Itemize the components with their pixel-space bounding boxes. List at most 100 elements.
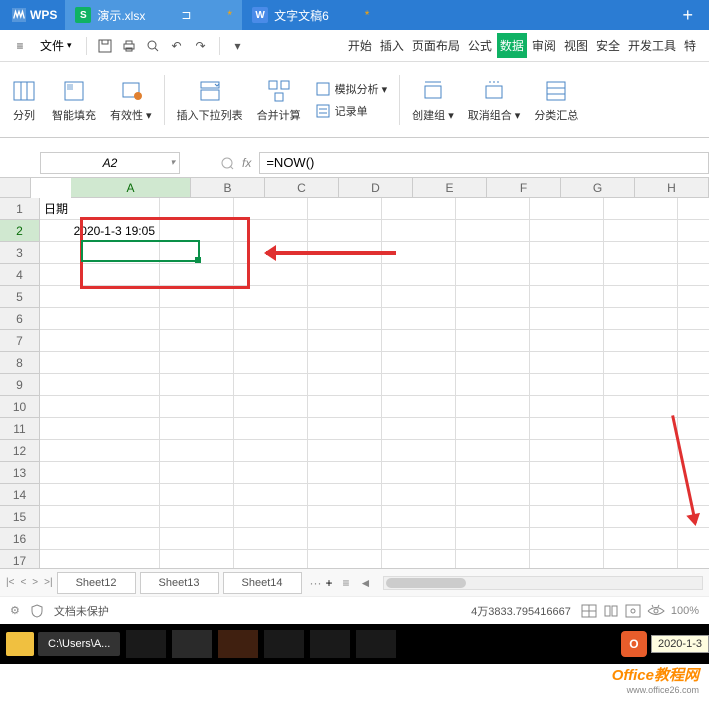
sheet-tab[interactable]: Sheet14	[223, 572, 302, 594]
split-button[interactable]: 分列	[6, 77, 42, 123]
consolidate-button[interactable]: 合并计算	[253, 77, 305, 123]
row-header[interactable]: 9	[0, 374, 40, 396]
cell[interactable]	[530, 242, 604, 263]
cell[interactable]	[382, 396, 456, 417]
save-icon[interactable]	[95, 36, 115, 56]
cell[interactable]	[40, 264, 160, 285]
cell[interactable]	[530, 220, 604, 241]
row-header[interactable]: 4	[0, 264, 40, 286]
cell[interactable]	[604, 286, 678, 307]
cell[interactable]	[160, 352, 234, 373]
cell[interactable]	[456, 242, 530, 263]
cell[interactable]	[382, 330, 456, 351]
cell[interactable]	[382, 352, 456, 373]
tab-spreadsheet[interactable]: S 演示.xlsx ⊐ *	[65, 0, 242, 30]
taskbar-item[interactable]	[310, 630, 350, 658]
col-header-D[interactable]: D	[339, 178, 413, 197]
cell[interactable]	[308, 308, 382, 329]
cell[interactable]	[40, 418, 160, 439]
cell[interactable]	[604, 330, 678, 351]
smartfill-button[interactable]: 智能填充	[48, 77, 100, 123]
office-badge-icon[interactable]: O	[621, 631, 647, 657]
cell[interactable]	[530, 352, 604, 373]
cell[interactable]	[160, 550, 234, 568]
cell[interactable]	[530, 418, 604, 439]
cell[interactable]	[456, 528, 530, 549]
cell[interactable]	[456, 352, 530, 373]
cell[interactable]	[456, 286, 530, 307]
cell[interactable]	[308, 286, 382, 307]
group-cancel-button[interactable]: 取消组合 ▾	[464, 77, 525, 123]
row-header[interactable]: 5	[0, 286, 40, 308]
cell[interactable]	[530, 330, 604, 351]
cell[interactable]	[40, 330, 160, 351]
cell[interactable]	[160, 484, 234, 505]
cell[interactable]	[234, 374, 308, 395]
nav-prev[interactable]: <	[20, 577, 26, 588]
taskbar-item[interactable]	[264, 630, 304, 658]
taskbar-item[interactable]	[126, 630, 166, 658]
cell[interactable]	[160, 198, 234, 219]
cell[interactable]	[308, 198, 382, 219]
cell[interactable]	[604, 352, 678, 373]
view-page-icon[interactable]	[603, 604, 619, 618]
cell[interactable]	[456, 308, 530, 329]
fx-icon[interactable]: fx	[242, 156, 251, 170]
cell[interactable]	[234, 396, 308, 417]
cell[interactable]	[40, 286, 160, 307]
col-header-B[interactable]: B	[191, 178, 265, 197]
cell[interactable]	[308, 484, 382, 505]
add-tab-button[interactable]: +	[670, 5, 705, 26]
cell[interactable]	[382, 286, 456, 307]
cell[interactable]	[530, 308, 604, 329]
cell[interactable]	[160, 220, 234, 241]
row-header[interactable]: 15	[0, 506, 40, 528]
record-button[interactable]: 记录单	[315, 103, 388, 119]
cell[interactable]	[308, 440, 382, 461]
cell[interactable]	[234, 352, 308, 373]
cell[interactable]	[234, 418, 308, 439]
cell[interactable]	[40, 462, 160, 483]
nav-first[interactable]: |<	[6, 577, 14, 588]
tab-security[interactable]: 安全	[593, 33, 623, 58]
cell[interactable]	[160, 396, 234, 417]
cell[interactable]	[382, 528, 456, 549]
cell[interactable]	[604, 550, 678, 568]
cell[interactable]	[604, 440, 678, 461]
cell[interactable]	[40, 308, 160, 329]
cell[interactable]	[382, 506, 456, 527]
simulate-button[interactable]: 模拟分析 ▾	[315, 81, 388, 97]
row-header[interactable]: 14	[0, 484, 40, 506]
cell[interactable]	[382, 198, 456, 219]
taskbar-item[interactable]	[218, 630, 258, 658]
row-header[interactable]: 7	[0, 330, 40, 352]
view-break-icon[interactable]	[625, 604, 641, 618]
cell[interactable]	[160, 462, 234, 483]
cell[interactable]	[234, 462, 308, 483]
col-header-F[interactable]: F	[487, 178, 561, 197]
cell[interactable]	[382, 308, 456, 329]
select-all-corner[interactable]	[0, 178, 31, 198]
cell[interactable]	[308, 264, 382, 285]
tab-special[interactable]: 特	[681, 33, 699, 58]
cell[interactable]	[456, 418, 530, 439]
folder-icon[interactable]	[6, 632, 34, 656]
menu-icon[interactable]: ≡	[10, 36, 30, 56]
cell[interactable]	[234, 286, 308, 307]
print-icon[interactable]	[119, 36, 139, 56]
cancel-formula-icon[interactable]	[220, 156, 234, 170]
cell[interactable]	[604, 528, 678, 549]
cell[interactable]	[40, 484, 160, 505]
col-header-G[interactable]: G	[561, 178, 635, 197]
row-header[interactable]: 6	[0, 308, 40, 330]
cell[interactable]	[530, 506, 604, 527]
cell[interactable]	[604, 198, 678, 219]
cell[interactable]	[234, 506, 308, 527]
cell[interactable]	[456, 462, 530, 483]
tab-document[interactable]: W 文字文稿6 *	[242, 0, 379, 30]
cell[interactable]	[530, 198, 604, 219]
row-header[interactable]: 17	[0, 550, 40, 568]
cell[interactable]	[456, 264, 530, 285]
cell[interactable]	[160, 374, 234, 395]
cell[interactable]	[308, 220, 382, 241]
